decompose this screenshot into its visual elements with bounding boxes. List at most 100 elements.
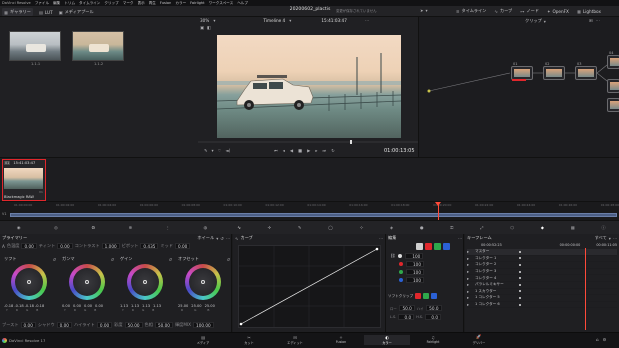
play-reverse-icon[interactable]: ◀ — [290, 148, 293, 153]
reset-icon[interactable]: ↺ — [220, 236, 224, 241]
header-tool-lightbox[interactable]: ▦ Lightbox — [577, 9, 601, 14]
keyframe-track[interactable]: ▸ 1 コレクター 5 — [467, 295, 617, 302]
curve-graph[interactable] — [238, 245, 381, 328]
keyframe-dot[interactable] — [519, 277, 521, 280]
soft-clip-g[interactable] — [423, 293, 430, 299]
keyframe-track[interactable]: ▸ コレクター 3 — [467, 269, 617, 276]
hand-icon[interactable]: ♡ — [218, 148, 222, 153]
expand-icon[interactable]: ▸ — [467, 276, 475, 281]
color-node[interactable]: 03 — [575, 62, 597, 80]
primaries-icon[interactable]: ⊙ — [91, 225, 95, 230]
3d-icon[interactable]: ⬡ — [510, 225, 514, 230]
color-node[interactable] — [607, 98, 619, 112]
page-edit[interactable]: ⊟ エディット — [272, 335, 318, 345]
curve-b-intensity[interactable]: 100 — [406, 277, 424, 283]
audio-icon[interactable]: ◄) — [225, 148, 230, 153]
curve-y-intensity[interactable]: 100 — [405, 253, 424, 259]
pen-dropdown-icon[interactable]: ▾ — [212, 148, 214, 153]
keyframes-mode-dropdown-icon[interactable]: ▾ — [609, 236, 611, 241]
offset-r[interactable]: 25.00 — [178, 304, 188, 308]
step-forward-icon[interactable]: ▸ — [315, 148, 317, 153]
header-tool-curves[interactable]: ∿ カーブ — [494, 8, 512, 14]
expand-icon[interactable]: ▸ — [467, 256, 475, 261]
header-tool-nodes[interactable]: ⊶ ノード — [520, 8, 539, 14]
loop-icon[interactable]: ↻ — [331, 148, 335, 153]
scrubber-handle[interactable] — [350, 140, 352, 144]
menu-color[interactable]: カラー — [175, 1, 186, 6]
mini-timeline[interactable]: 01:00:00:00 01:00:02:00 01:00:04:00 01:0… — [0, 201, 619, 221]
keyframe-dot[interactable] — [519, 257, 521, 260]
soft-clip-b[interactable] — [431, 293, 438, 299]
offset-g[interactable]: 25.00 — [191, 304, 201, 308]
motion-effects-icon[interactable]: ◍ — [203, 225, 207, 230]
temp-value[interactable]: 0.00 — [21, 243, 37, 249]
auto-balance-icon[interactable]: A — [2, 244, 5, 249]
saturation-value[interactable]: 50.00 — [124, 322, 143, 328]
header-tool-timeline[interactable]: ≡ タイムライン — [456, 8, 486, 14]
color-node[interactable]: 02 — [543, 62, 565, 80]
keyframe-dot[interactable] — [519, 283, 521, 286]
edit-options-icon[interactable]: ⋯ — [458, 236, 462, 241]
contrast-value[interactable]: 1.000 — [101, 243, 120, 249]
node-graph[interactable]: クリップ ▾ ⊞ ⋯ 01 02 03 04 — [418, 17, 619, 157]
offset-b[interactable]: 25.00 — [205, 304, 215, 308]
keyframe-track[interactable]: ▸ 1 コレクター 6 — [467, 302, 617, 309]
scopes-icon[interactable]: ▦ — [571, 225, 575, 230]
page-fusion[interactable]: ✧ Fusion — [318, 335, 364, 344]
keyframe-dot[interactable] — [519, 270, 521, 273]
media-pool-button[interactable]: ▣ メディアプール — [59, 9, 94, 15]
expand-icon[interactable]: ▸ — [467, 295, 475, 300]
timeline-dropdown-icon[interactable]: ▾ — [289, 18, 291, 23]
sizing-icon[interactable]: ⤢ — [480, 225, 483, 230]
keyframes-icon[interactable]: ◆ — [541, 225, 544, 230]
curves-mode-icon[interactable]: ∿ — [235, 236, 239, 241]
expand-icon[interactable]: ▸ — [467, 262, 475, 267]
menu-file[interactable]: ファイル — [35, 1, 49, 6]
keyframe-track[interactable]: ▸ パラレルミキサー — [467, 282, 617, 289]
keyframe-playhead[interactable] — [585, 248, 586, 330]
menu-mark[interactable]: マーク — [123, 1, 134, 6]
zoom-level[interactable]: 30% — [200, 18, 209, 23]
hdr-icon[interactable]: ⊕ — [129, 225, 133, 230]
gallery-button[interactable]: ▦ ギャラリー — [2, 8, 33, 16]
tracker-icon[interactable]: ⊹ — [360, 225, 364, 230]
menu-playback[interactable]: 再生 — [149, 1, 156, 6]
expand-icon[interactable]: ▸ — [467, 289, 475, 294]
first-frame-icon[interactable]: ⏮ — [274, 148, 278, 153]
offset-wheel[interactable] — [185, 264, 221, 300]
boost-value[interactable]: 0.00 — [20, 322, 36, 328]
soft-clip-r[interactable] — [415, 293, 422, 299]
viewer-mode-icon[interactable]: ▣ — [200, 25, 204, 30]
mid-detail-value[interactable]: 0.00 — [175, 243, 191, 249]
curve-r-intensity[interactable]: 100 — [406, 261, 424, 267]
qualifier-icon[interactable]: ✎ — [298, 225, 302, 230]
viewer-frame[interactable] — [217, 35, 401, 138]
key-icon[interactable]: ⚿ — [450, 225, 453, 230]
keyframes-options-icon[interactable]: ⋯ — [613, 236, 617, 241]
menu-timeline[interactable]: タイムライン — [79, 1, 100, 6]
curve-g-intensity[interactable]: 100 — [406, 269, 424, 275]
last-frame-icon[interactable]: ⏭ — [322, 148, 326, 153]
soft-clip-low[interactable]: 50.0 — [398, 305, 415, 311]
shadow-value[interactable]: 0.00 — [56, 322, 72, 328]
rgb-mixer-icon[interactable]: ⋮ — [166, 225, 170, 230]
expand-icon[interactable]: ▸ — [467, 282, 475, 287]
lum-mix-value[interactable]: 100.00 — [193, 322, 214, 328]
channel-r-toggle[interactable] — [425, 243, 432, 250]
menu-help[interactable]: ヘルプ — [237, 1, 248, 6]
keyframe-track[interactable]: ▸ 1 スカウター — [467, 289, 617, 296]
gallery-still[interactable] — [72, 31, 124, 61]
primaries-mode[interactable]: ホイール — [197, 235, 214, 241]
menu-fusion[interactable]: Fusion — [160, 1, 172, 5]
zoom-dropdown-icon[interactable]: ▾ — [213, 18, 215, 23]
page-color[interactable]: ◐ カラー — [364, 334, 410, 345]
timeline-clip-bar[interactable] — [10, 213, 617, 217]
keyframe-dot[interactable] — [519, 290, 521, 293]
curves-tool-icon[interactable]: ∿ — [237, 225, 241, 230]
gamma-wheel[interactable] — [69, 264, 105, 300]
highlight-value[interactable]: 0.00 — [96, 322, 113, 328]
menu-fairlight[interactable]: Fairlight — [190, 1, 204, 5]
menu-trim[interactable]: トリム — [64, 1, 75, 6]
keyframe-track[interactable]: ▸ コレクター 2 — [467, 262, 617, 269]
camera-raw-icon[interactable]: ◉ — [17, 225, 21, 230]
